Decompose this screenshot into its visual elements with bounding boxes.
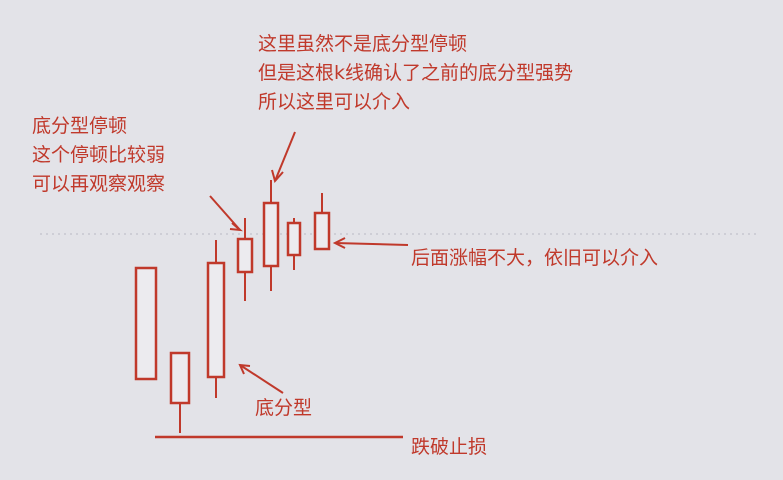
annotation-right: 后面涨幅不大，依旧可以介入 — [411, 247, 659, 269]
candle-body-3 — [206, 261, 226, 379]
annotation-left-line-1: 底分型停顿 — [32, 115, 128, 137]
arrow-top-to-candle5 — [274, 131, 296, 182]
candle-body-6 — [286, 221, 302, 257]
annotation-top: 这里虽然不是底分型停顿 但是这根k线确认了之前的底分型强势 所以这里可以介入 — [258, 30, 573, 117]
annotation-top-line-3: 所以这里可以介入 — [258, 91, 411, 113]
candle-body-2 — [169, 351, 191, 405]
arrow-right-to-candle7 — [334, 242, 409, 246]
annotation-top-line-2: 但是这根k线确认了之前的底分型强势 — [258, 62, 574, 84]
annotation-left: 底分型停顿 这个停顿比较弱 可以再观察观察 — [32, 112, 165, 199]
candle-body-7 — [313, 211, 331, 251]
chart-figure: 底分型停顿 这个停顿比较弱 可以再观察观察 这里虽然不是底分型停顿 但是这根k线… — [0, 0, 783, 480]
annotation-left-line-3: 可以再观察观察 — [32, 173, 166, 195]
annotation-bottom-pattern: 底分型 — [255, 397, 313, 419]
candle-body-4 — [236, 237, 254, 274]
candle-body-1 — [134, 266, 158, 381]
annotation-top-line-1: 这里虽然不是底分型停顿 — [258, 33, 468, 55]
candle-body-5 — [262, 201, 280, 268]
arrow-bottom-pattern — [239, 364, 284, 394]
annotation-stop-loss: 跌破止损 — [411, 436, 488, 458]
annotation-left-line-2: 这个停顿比较弱 — [32, 144, 166, 166]
